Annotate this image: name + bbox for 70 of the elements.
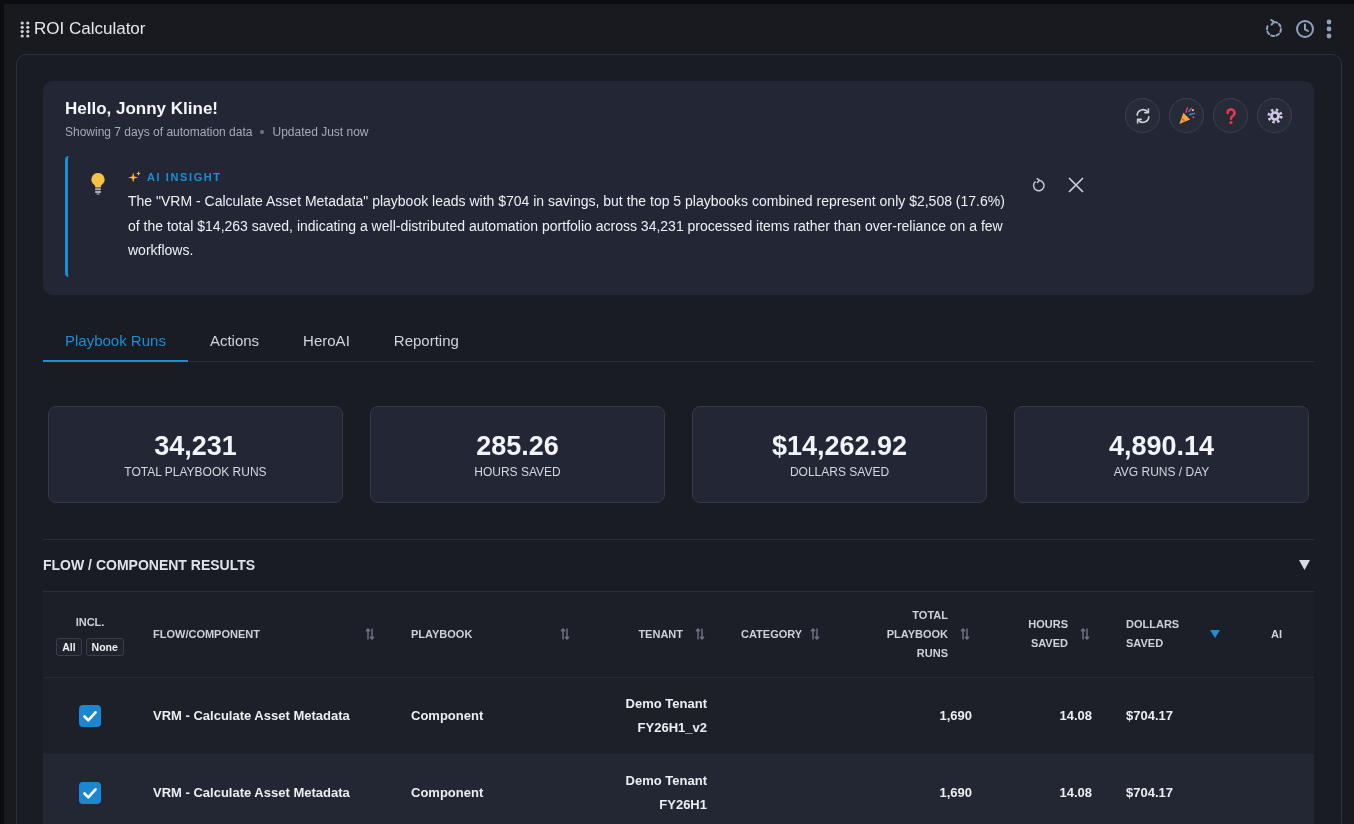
column-header: TENANT xyxy=(638,626,683,642)
tab[interactable]: Actions xyxy=(187,321,282,362)
column-header: AI xyxy=(1271,626,1282,642)
refresh-icon[interactable] xyxy=(1264,19,1284,39)
tab[interactable]: HeroAI xyxy=(281,321,372,362)
table-cell: Demo Tenant FY26H1 xyxy=(625,772,707,812)
stat-value: 285.26 xyxy=(476,430,559,463)
insight-text: The "VRM - Calculate Asset Metadata" playbook leads with $704 in savings, but the top 5 playbooks combined represent only $2,508 (17.6%) of the total $14,263 saved, indicating a well-distributed automation portfolio across 34,231 processed items rather than over-reliance on a few workflows. xyxy=(128,192,1006,260)
selection-button[interactable]: All xyxy=(56,637,82,656)
selection-button[interactable]: None xyxy=(85,637,124,656)
table-cell: $704.17 xyxy=(1126,784,1173,800)
column-header: CATEGORY xyxy=(741,626,803,642)
close-icon xyxy=(1068,177,1084,193)
sort-icon[interactable] xyxy=(810,628,820,640)
table-cell: $704.17 xyxy=(1126,707,1173,723)
help-button[interactable] xyxy=(1213,98,1248,133)
tab[interactable]: Playbook Runs xyxy=(43,321,188,362)
table-cell: VRM - Calculate Asset Metadata xyxy=(153,707,350,723)
separator-dot-icon xyxy=(260,130,265,134)
table-cell: Demo Tenant FY26H1_v2 xyxy=(625,695,707,735)
refresh-button[interactable] xyxy=(1125,98,1160,133)
column-header: TOTAL PLAYBOOK RUNS xyxy=(885,607,948,661)
insight-label: AI INSIGHT xyxy=(147,170,222,185)
settings-button[interactable] xyxy=(1257,98,1292,133)
tab[interactable]: Reporting xyxy=(371,321,481,362)
stat-label: TOTAL PLAYBOOK RUNS xyxy=(124,465,267,479)
stat-label: DOLLARS SAVED xyxy=(789,465,890,479)
column-header: FLOW/COMPONENT xyxy=(153,626,260,642)
gear-icon xyxy=(1265,106,1284,125)
window-title: ROI Calculator xyxy=(34,19,146,39)
sort-icon[interactable] xyxy=(695,628,705,640)
party-popper-icon xyxy=(1177,106,1196,125)
sort-icon[interactable] xyxy=(960,628,970,640)
column-header: DOLLARS SAVED xyxy=(1126,617,1181,651)
table-cell: Component xyxy=(411,707,484,723)
stat-label: HOURS SAVED xyxy=(474,465,561,479)
data-range-text: Showing 7 days of automation data xyxy=(65,125,253,139)
checkbox[interactable] xyxy=(79,704,101,727)
table-cell: Component xyxy=(411,784,484,800)
sort-icon[interactable] xyxy=(365,628,375,640)
sparkle-icon xyxy=(128,170,141,184)
checkbox[interactable] xyxy=(79,781,101,804)
table-cell: 1,690 xyxy=(939,784,972,800)
updated-text: Updated Just now xyxy=(272,125,369,139)
stat-value: 4,890.14 xyxy=(1108,430,1215,463)
table-cell: VRM - Calculate Asset Metadata xyxy=(153,784,350,800)
sort-descending-icon[interactable] xyxy=(1210,630,1220,638)
column-header: PLAYBOOK xyxy=(411,626,473,642)
sort-icon[interactable] xyxy=(1080,628,1090,640)
confetti-button[interactable] xyxy=(1169,98,1204,133)
stat-value: $14,262.92 xyxy=(771,430,908,463)
stat-value: 34,231 xyxy=(154,430,237,463)
greeting-title: Hello, Jonny Kline! xyxy=(65,98,220,120)
sort-icon[interactable] xyxy=(560,628,570,640)
table-cell: 1,690 xyxy=(939,707,972,723)
column-header: HOURS SAVED xyxy=(1027,617,1068,651)
table-cell: 14.08 xyxy=(1059,707,1092,723)
lightbulb-icon xyxy=(90,172,106,195)
close-button[interactable] xyxy=(1068,177,1084,193)
caret-icon[interactable] xyxy=(1299,560,1310,570)
sync-icon xyxy=(1133,106,1152,125)
drag-handle-icon[interactable] xyxy=(20,20,30,38)
reload-icon xyxy=(1032,178,1046,192)
clock-icon[interactable] xyxy=(1295,19,1315,39)
column-header: INCL. xyxy=(75,614,105,630)
kebab-menu-icon[interactable] xyxy=(1326,19,1332,39)
section-title: FLOW / COMPONENT RESULTS xyxy=(43,557,256,573)
table-cell: 14.08 xyxy=(1059,784,1092,800)
stat-label: AVG RUNS / DAY xyxy=(1113,465,1210,479)
regenerate-button[interactable] xyxy=(1032,178,1046,192)
